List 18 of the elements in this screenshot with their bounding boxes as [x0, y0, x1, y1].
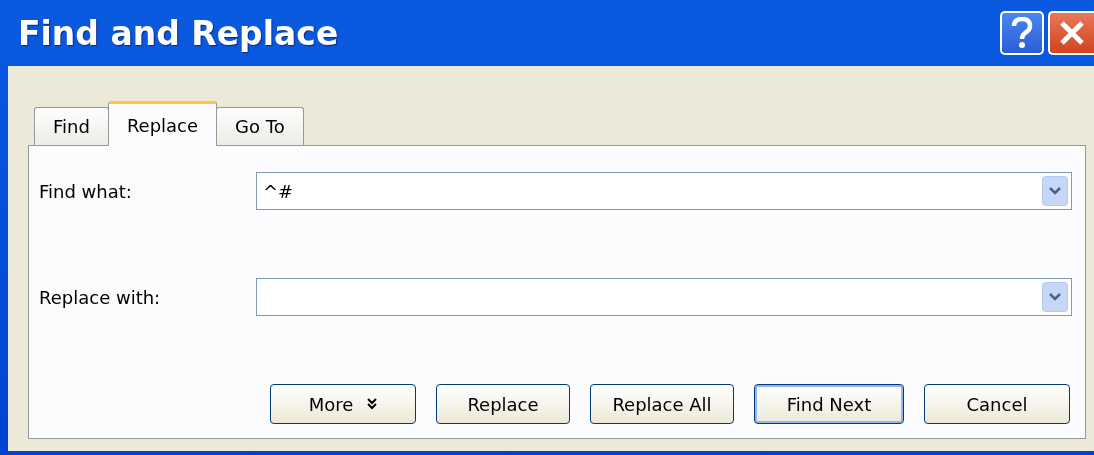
dialog-button[interactable]: Find Next: [754, 384, 904, 424]
tab[interactable]: Replace: [107, 101, 218, 146]
dialog-button[interactable]: Replace All: [590, 384, 734, 424]
help-button[interactable]: [1000, 11, 1044, 55]
question-mark-icon: [1011, 17, 1033, 49]
dialog-button[interactable]: Cancel: [924, 384, 1070, 424]
tab[interactable]: Find: [34, 107, 109, 145]
combo-field[interactable]: [256, 278, 1072, 316]
tab[interactable]: Go To: [216, 107, 304, 145]
close-icon: [1059, 20, 1085, 46]
double-chevron-down-icon: [367, 398, 378, 410]
field-label: Replace with:: [39, 286, 162, 308]
window-title: Find and Replace: [18, 13, 340, 53]
field-label: Find what:: [39, 180, 133, 202]
combo-field[interactable]: ^#: [256, 172, 1072, 210]
close-button[interactable]: [1048, 11, 1094, 55]
dialog-button[interactable]: More: [270, 384, 416, 424]
dialog-button[interactable]: Replace: [436, 384, 570, 424]
